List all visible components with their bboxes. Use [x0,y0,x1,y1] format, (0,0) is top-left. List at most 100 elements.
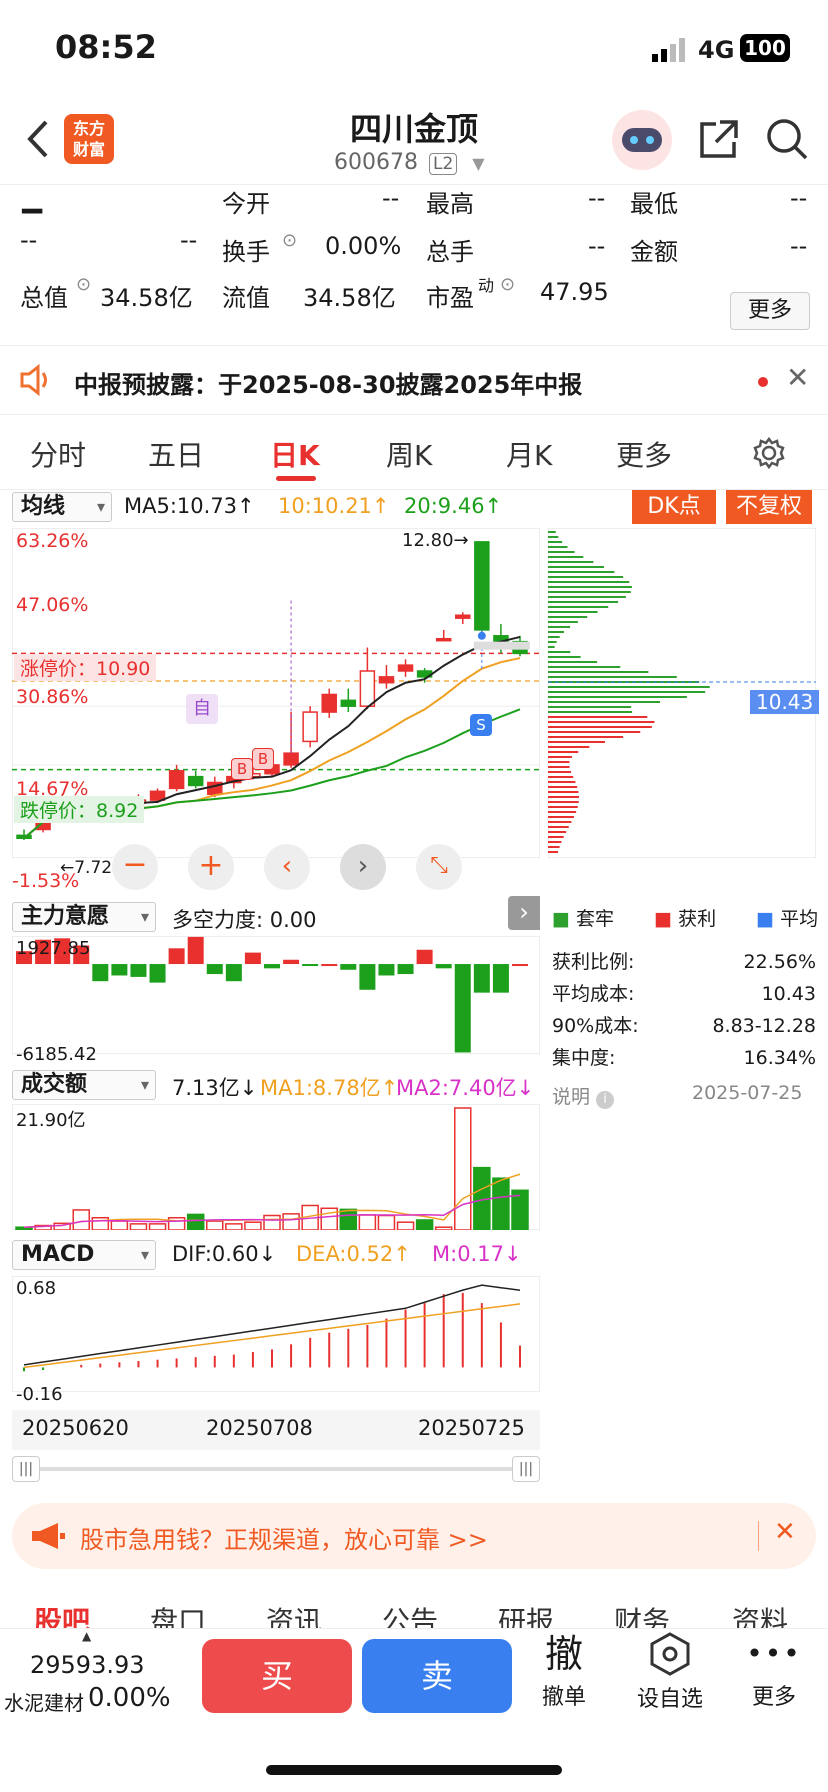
min-price-label: ←7.72 [60,858,113,878]
stock-code-row[interactable]: 600678 L2 ▼ [334,150,485,175]
dk-point-button[interactable]: DK点 [632,490,716,524]
pct-label-3: 30.86% [16,686,89,708]
avg-cost-tag: 10.43 [750,690,820,714]
turnover-label: 换手 [222,238,270,266]
active-tab-underline [276,476,316,481]
buy-button[interactable]: 买 [202,1639,352,1713]
network-label: 4G [698,36,735,64]
expand-icon[interactable]: ⤡ [416,844,462,890]
zoom-in-button[interactable]: + [188,844,234,890]
tab-forum[interactable]: 股吧 [34,1600,90,1630]
chevron-right-icon[interactable]: › [340,844,386,890]
mainforce-bar [340,964,357,970]
mainforce-max: 1927.85 [16,938,91,959]
candle [359,670,376,707]
tab-research[interactable]: 研报 [498,1600,554,1630]
cancel-order-button[interactable]: 撤 撤单 [534,1631,594,1711]
candle [397,664,414,672]
tab-profile[interactable]: 资料 [732,1600,788,1630]
candle [321,693,337,713]
volume-label: 总手 [426,238,474,266]
ma20-label: 20:9.46↑ [404,494,503,518]
mktcap-label: 总值 [20,284,68,312]
legend-trapped: ■ 套牢 [552,908,615,930]
candle [187,775,204,787]
candle [455,614,471,619]
marker-buy-1[interactable]: B [231,758,253,780]
legend-average: ■ 平均 [756,908,819,930]
tab-weekly-k[interactable]: 周K [386,434,432,474]
adjust-button[interactable]: 不复权 [726,490,812,524]
mainforce-bar [130,964,147,977]
macd-select[interactable]: MACD [12,1240,156,1270]
tab-intraday[interactable]: 分时 [30,434,86,474]
tab-finance[interactable]: 财务 [614,1600,670,1630]
candle [435,637,452,642]
search-icon[interactable] [764,116,810,162]
volume-ma1: MA1:8.78亿↑ [260,1076,399,1100]
tab-five-day[interactable]: 五日 [148,434,204,474]
limit-up-label: 涨停价：10.90 [14,654,157,681]
mainforce-select[interactable]: 主力意愿 [12,902,156,932]
info-icon[interactable]: ⊙ [76,274,91,295]
level-badge: L2 [428,153,458,175]
zoom-out-button[interactable]: − [112,844,158,890]
volume-bar [129,1223,148,1230]
gear-icon[interactable] [752,436,786,470]
more-dots-icon: ••• [746,1637,802,1670]
sell-button[interactable]: 卖 [362,1639,512,1713]
marker-sell[interactable]: S [470,714,492,736]
notice-bar[interactable]: 中报预披露：于2025-08-30披露2025年中报 ✕ [0,347,828,415]
loan-ad-banner[interactable]: 股市急用钱？正规渠道，放心可靠 >> ✕ [12,1503,816,1569]
macd-chart[interactable] [12,1276,540,1392]
chip-note[interactable]: 说明 i [552,1082,615,1109]
macd-dea: DEA:0.52↑ [296,1242,411,1266]
ad-divider [758,1521,759,1551]
mainforce-bar [149,964,166,983]
chip-stat-row: 90%成本: 8.83-12.28 [552,1015,816,1037]
robot-assistant-icon[interactable] [612,110,672,170]
clock: 08:52 [55,28,157,66]
info-icon[interactable]: ⊙ [282,230,297,251]
volume-chart[interactable] [12,1104,540,1230]
close-icon[interactable]: ✕ [786,361,809,394]
more-button[interactable]: 更多 [730,292,810,330]
info-icon[interactable]: ⊙ [500,274,515,295]
ma10-label: 10:10.21↑ [278,494,390,518]
mainforce-bar [492,964,509,993]
tab-monthly-k[interactable]: 月K [506,434,552,474]
volume-value: -- [588,232,606,260]
range-handle-right[interactable]: ||| [512,1456,540,1482]
mainforce-chart[interactable] [12,936,540,1054]
close-icon[interactable]: ✕ [774,1517,796,1547]
volume-max: 21.90亿 [16,1110,86,1131]
indicator-select[interactable]: 均线 [12,492,112,522]
sector-name[interactable]: 水泥建材 [4,1687,84,1716]
chip-date: 2025-07-25 [692,1082,803,1104]
volume-bar [72,1209,90,1230]
range-handle-left[interactable]: ||| [12,1456,40,1482]
tab-news[interactable]: 资讯 [266,1600,322,1630]
signal-icon [652,38,685,62]
stock-code: 600678 [334,150,418,175]
volume-bar [415,1219,434,1230]
more-label: 更多 [751,1685,796,1710]
range-scrollbar[interactable]: ||| ||| [12,1456,540,1482]
tab-daily-k[interactable]: 日K [270,434,320,474]
chevron-right-icon[interactable]: › [508,896,540,930]
volume-select[interactable]: 成交额 [12,1070,156,1100]
more-menu-button[interactable]: ••• 更多 [744,1631,804,1711]
info-icon: i [596,1091,615,1109]
volume-ma2: MA2:7.40亿↓ [396,1076,535,1100]
marker-buy-2[interactable]: B [252,748,274,770]
chip-stats: 获利比例: 22.56% 平均成本: 10.43 90%成本: 8.83-12.28 … [552,946,816,1074]
mainforce-min: -6185.42 [16,1044,97,1065]
tab-more[interactable]: 更多 [616,434,672,474]
share-icon[interactable] [698,118,740,160]
add-watchlist-button[interactable]: 设自选 [626,1631,714,1713]
tab-announcements[interactable]: 公告 [382,1600,438,1630]
volume-bar [377,1214,396,1230]
chevron-left-icon[interactable]: ‹ [264,844,310,890]
marker-self[interactable]: 自 [186,694,218,724]
tab-orderbook[interactable]: 盘口 [150,1600,206,1630]
